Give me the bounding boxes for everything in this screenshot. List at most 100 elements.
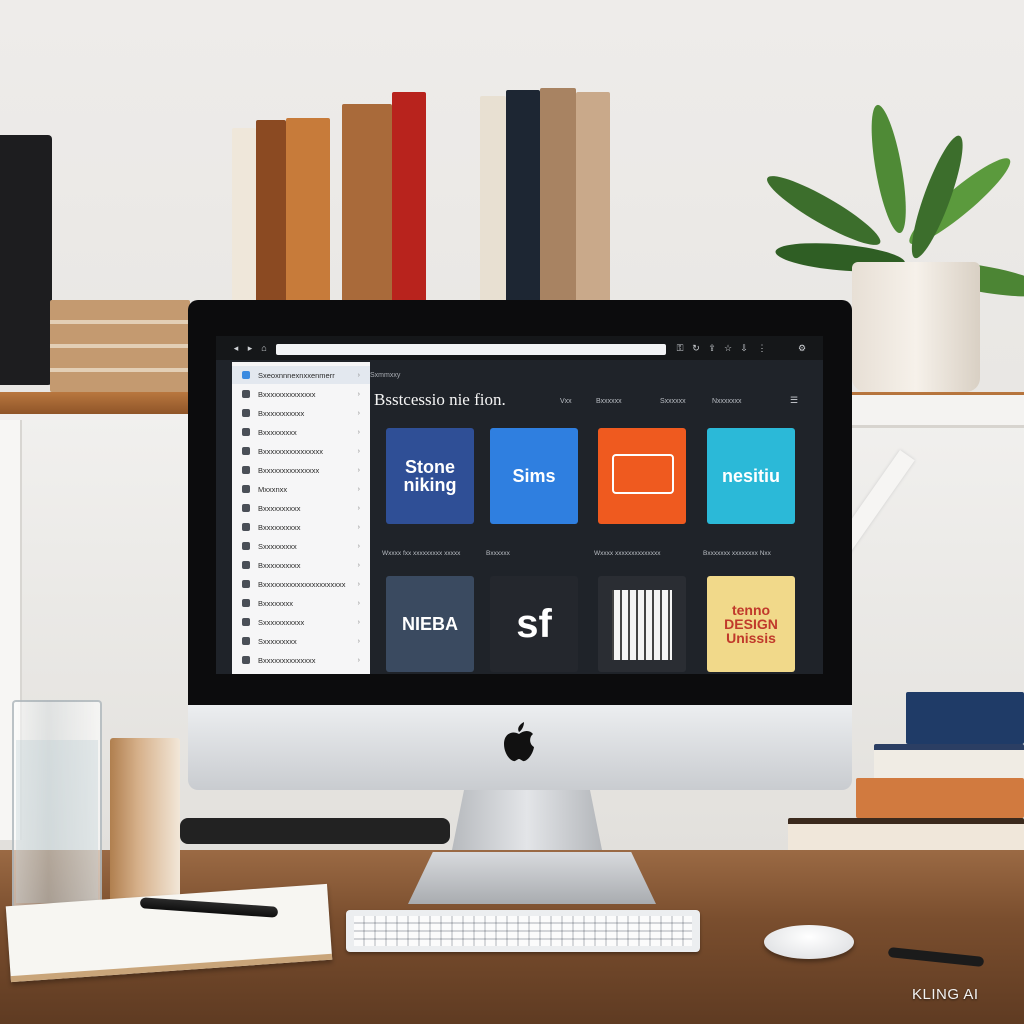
nav-link[interactable]: Vxx — [560, 398, 572, 405]
water-glass — [12, 700, 102, 909]
sidebar-item-label: Sxeoxnnnexnxxenmerr — [258, 370, 335, 380]
sidebar-item[interactable]: Bxxxxxxxxxx › — [232, 518, 370, 536]
folder-icon — [242, 466, 250, 474]
share-icon[interactable]: ⇪ — [706, 342, 718, 354]
app-tile[interactable]: nesitiu — [707, 428, 795, 524]
sidebar-item-label: Sxxxxxxxxxxx — [258, 617, 305, 627]
sidebar-item[interactable]: Bxxxxxxxxxx › — [232, 556, 370, 574]
sidebar-item[interactable]: Bxxxxxxxxx › — [232, 423, 370, 441]
menu-icon[interactable]: ☰ — [788, 394, 800, 406]
sidebar-item[interactable]: Bxxxxxxxxxxxxxxxx › — [232, 442, 370, 460]
chevron-right-icon: › — [357, 618, 360, 626]
chevron-right-icon: › — [357, 599, 360, 607]
folder-icon — [242, 371, 250, 379]
tile-art: tenno DESIGN Unissis — [724, 602, 778, 646]
window-icon — [612, 454, 674, 494]
chevron-right-icon: › — [357, 485, 360, 493]
sidebar-item[interactable]: Sxxxxxxxxx › — [232, 632, 370, 650]
browser-toolbar: ◂ ▸ ⌂ ⚿ ↻ ⇪ ☆ ⇩ ⋮ ⚙ — [216, 336, 823, 360]
app-tile[interactable]: tenno DESIGN Unissis — [707, 576, 795, 672]
folder-icon — [242, 504, 250, 512]
sidebar-item-label: Bxxxxxxxx — [258, 598, 294, 608]
nav-link[interactable]: Nxxxxxxx — [712, 398, 742, 405]
chevron-right-icon: › — [357, 523, 360, 531]
sidebar-item-label: Bxxxxxxxxxxxxxxxxxxxxxx — [258, 579, 346, 589]
chevron-right-icon: › — [357, 637, 360, 645]
app-tile[interactable]: Stone niking — [386, 428, 474, 524]
chevron-right-icon: › — [357, 447, 360, 455]
folder-icon — [242, 618, 250, 626]
address-bar[interactable] — [276, 344, 666, 355]
tile-caption: Bxxxxxxx xxxxxxxx Nxx — [703, 550, 771, 557]
nav-link[interactable]: Sxxxxxx — [660, 398, 686, 405]
settings-icon[interactable]: ⚙ — [796, 342, 808, 354]
calendar-icon — [612, 590, 672, 660]
page-title: Bsstcessio nie fion. — [374, 390, 506, 409]
plant-leaf — [864, 102, 913, 236]
chevron-right-icon: › — [357, 390, 360, 398]
sidebar-item[interactable]: Bxxxxxxxxxxxxxx › — [232, 651, 370, 669]
folder-icon — [242, 428, 250, 436]
nav-link[interactable]: Bxxxxxx — [596, 398, 622, 405]
folder-icon — [242, 542, 250, 550]
monitor-stand — [452, 790, 602, 850]
extensions-icon[interactable]: ⋮ — [756, 342, 768, 354]
sidebar-item[interactable]: Bxxxxxxxxxx › — [232, 499, 370, 517]
chevron-right-icon: › — [357, 504, 360, 512]
tile-caption: Wxxxx xxxxxxxxxxxxxx — [594, 550, 661, 557]
desk-scene: ◂ ▸ ⌂ ⚿ ↻ ⇪ ☆ ⇩ ⋮ ⚙ Sxeoxnnnexnxxenmerr ›… — [0, 0, 1024, 1024]
app-tile[interactable] — [598, 576, 686, 672]
sidebar-item-label: Bxxxxxxxxxx — [258, 522, 301, 532]
plant-leaf — [760, 166, 887, 255]
mouse[interactable] — [764, 925, 854, 959]
sidebar-item-label: Bxxxxxxxxxxx — [258, 408, 305, 418]
download-icon[interactable]: ⇩ — [738, 342, 750, 354]
forward-icon[interactable]: ▸ — [244, 342, 256, 354]
sidebar-item[interactable]: Sxeoxnnnexnxxenmerr › — [232, 366, 370, 384]
refresh-icon[interactable]: ↻ — [690, 342, 702, 354]
leaning-book — [110, 738, 180, 902]
bookmark-icon[interactable]: ☆ — [722, 342, 734, 354]
chevron-right-icon: › — [357, 409, 360, 417]
cable — [180, 818, 450, 844]
chevron-right-icon: › — [357, 656, 360, 664]
plant-pot — [852, 262, 980, 392]
keyboard[interactable] — [346, 910, 700, 952]
folder-icon — [242, 637, 250, 645]
sidebar-item[interactable]: Sxxxxxxxxxxx › — [232, 613, 370, 631]
sidebar-item[interactable]: Bxxxxxxxx › — [232, 594, 370, 612]
shelf-right — [852, 395, 1024, 428]
sidebar-item[interactable]: Bxxxxxxxxxxxxxxx › — [232, 461, 370, 479]
book-stack-left — [50, 300, 190, 392]
app-tile[interactable]: sf — [490, 576, 578, 672]
home-icon[interactable]: ⌂ — [258, 342, 270, 354]
folder-icon — [242, 580, 250, 588]
sidebar: Sxeoxnnnexnxxenmerr › Bxxxxxxxxxxxxxx › Bxxx… — [232, 362, 370, 674]
app-tile[interactable]: NIEBA — [386, 576, 474, 672]
sidebar-item[interactable]: Bxxxxxxxxxxxxxxxxxxxxxx › — [232, 575, 370, 593]
sidebar-item[interactable]: Mxxxnxx › — [232, 480, 370, 498]
folder-icon — [242, 561, 250, 569]
tile-art: nesitiu — [721, 466, 780, 486]
lock-icon[interactable]: ⚿ — [674, 342, 686, 354]
app-tile[interactable] — [598, 428, 686, 524]
back-icon[interactable]: ◂ — [230, 342, 242, 354]
tile-caption: Bxxxxxx — [486, 550, 510, 557]
book — [856, 778, 1024, 818]
chevron-right-icon: › — [357, 561, 360, 569]
folder-icon — [242, 523, 250, 531]
app-tile[interactable]: Sims — [490, 428, 578, 524]
sidebar-item[interactable]: Bxxxxxxxxxxxxxx › — [232, 385, 370, 403]
sidebar-item[interactable]: Sxxxxxxxxx › — [232, 537, 370, 555]
chevron-right-icon: › — [357, 371, 360, 379]
monitor-stand-base — [408, 852, 656, 904]
chevron-right-icon: › — [357, 542, 360, 550]
tile-caption: Wxxxx fxx xxxxxxxxx xxxxx — [382, 550, 461, 557]
book — [906, 692, 1024, 744]
folder-icon — [242, 485, 250, 493]
screen: ◂ ▸ ⌂ ⚿ ↻ ⇪ ☆ ⇩ ⋮ ⚙ Sxeoxnnnexnxxenmerr ›… — [216, 336, 823, 674]
chevron-right-icon: › — [357, 428, 360, 436]
picture-frame — [0, 135, 52, 385]
sidebar-item[interactable]: Bxxxxxxxxxxx › — [232, 404, 370, 422]
sidebar-item-label: Bxxxxxxxxxx — [258, 560, 301, 570]
